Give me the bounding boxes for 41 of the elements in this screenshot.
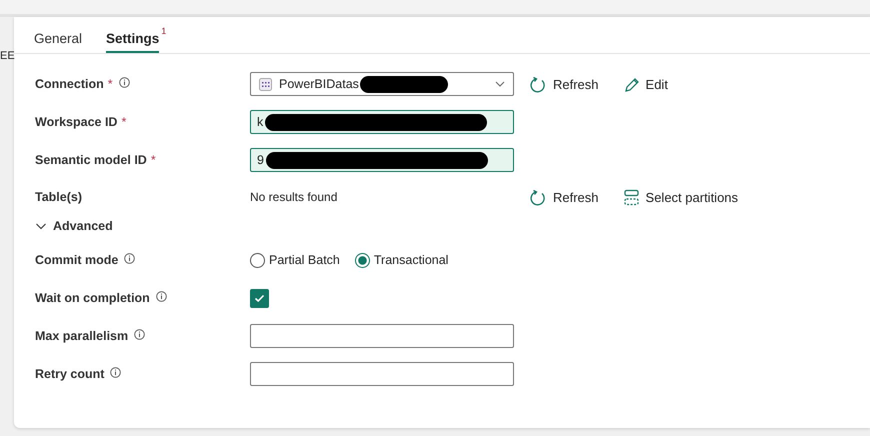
refresh-icon bbox=[530, 188, 547, 206]
status-text: No results found bbox=[250, 190, 338, 204]
action-button[interactable]: Refresh bbox=[530, 76, 599, 92]
side-text: EE bbox=[0, 50, 15, 62]
section-toggle[interactable]: Advanced bbox=[35, 219, 113, 233]
radio-button[interactable] bbox=[354, 252, 370, 268]
field-label: Retry count bbox=[35, 367, 104, 381]
error-count: 1 bbox=[161, 26, 166, 36]
field-label: Semantic model ID bbox=[35, 153, 147, 167]
tab[interactable]: General bbox=[34, 29, 82, 53]
field-label: Max parallelism bbox=[35, 329, 128, 343]
required-mark: * bbox=[108, 77, 113, 91]
check-icon bbox=[254, 294, 265, 302]
dropdown-value: PowerBIDatas bbox=[279, 77, 359, 91]
tab[interactable]: Settings bbox=[106, 29, 160, 53]
input-field[interactable] bbox=[250, 324, 514, 348]
field-label: Commit mode bbox=[35, 253, 118, 267]
field-label: Wait on completion bbox=[35, 291, 150, 305]
input-field[interactable]: k bbox=[250, 110, 514, 134]
required-mark: * bbox=[150, 153, 156, 167]
field-label: Workspace ID bbox=[35, 115, 118, 129]
partitions-icon bbox=[622, 188, 640, 206]
field-label: Connection bbox=[35, 77, 104, 91]
pencil-icon bbox=[622, 76, 640, 92]
grid-icon bbox=[259, 78, 272, 90]
required-mark: * bbox=[121, 115, 126, 129]
input-field[interactable] bbox=[250, 362, 514, 386]
field-value: k bbox=[257, 115, 264, 129]
radio-label: Transactional bbox=[374, 253, 448, 267]
input-field[interactable]: 9 bbox=[250, 148, 514, 172]
chevron-down-icon bbox=[495, 79, 505, 89]
radio-button[interactable] bbox=[250, 252, 265, 268]
field-label: Table(s) bbox=[35, 190, 82, 204]
refresh-icon bbox=[530, 76, 547, 92]
action-button[interactable]: Select partitions bbox=[622, 188, 738, 206]
action-button[interactable]: Edit bbox=[622, 76, 668, 92]
radio-label: Partial Batch bbox=[269, 253, 340, 267]
field-value: 9 bbox=[257, 153, 264, 167]
checkbox[interactable] bbox=[250, 288, 269, 308]
action-button[interactable]: Refresh bbox=[530, 188, 599, 206]
connection-dropdown[interactable]: PowerBIDatas bbox=[250, 72, 514, 96]
